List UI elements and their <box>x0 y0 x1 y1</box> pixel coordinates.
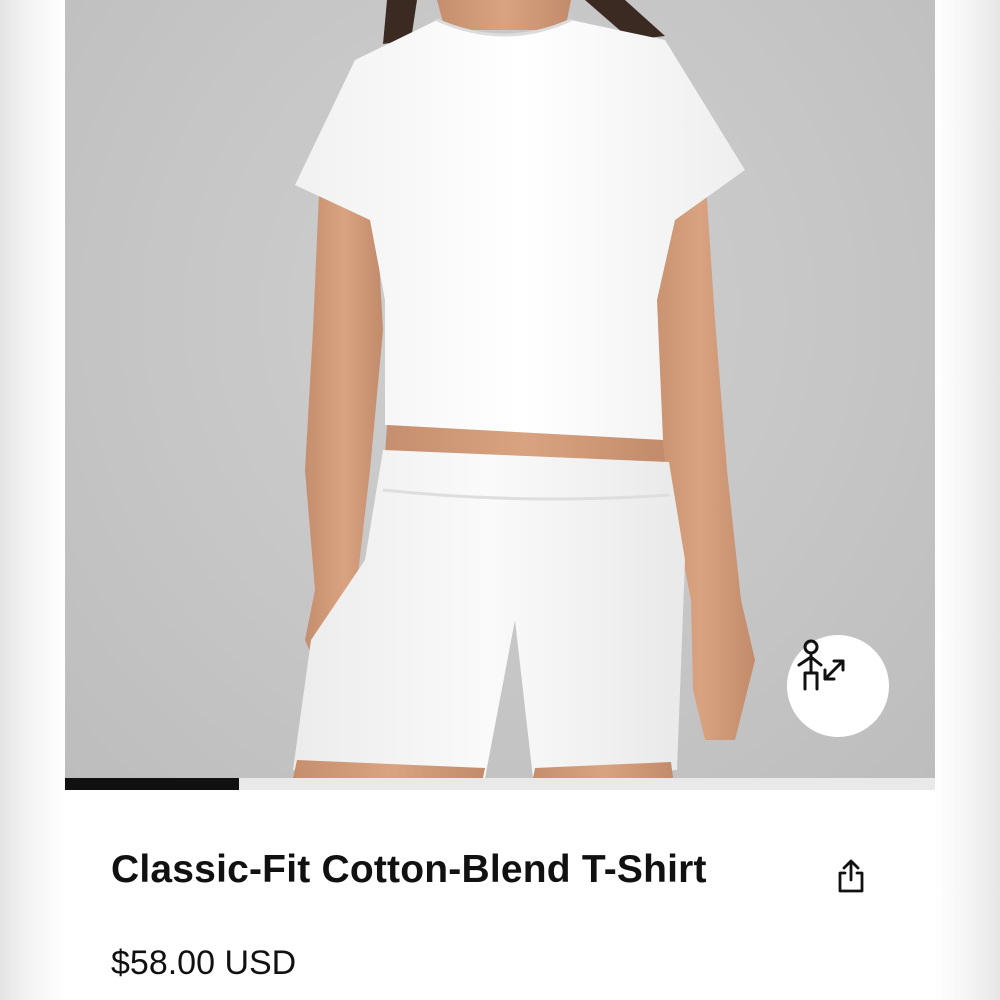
product-screen: Classic-Fit Cotton-Blend T-Shirt $58.00 … <box>65 0 935 1000</box>
product-price: $58.00 USD <box>111 944 297 982</box>
share-button[interactable] <box>833 856 869 896</box>
size-fit-button[interactable] <box>787 635 889 737</box>
page: Classic-Fit Cotton-Blend T-Shirt $58.00 … <box>0 0 1000 1000</box>
product-title: Classic-Fit Cotton-Blend T-Shirt <box>111 848 707 891</box>
body-fit-icon <box>797 639 845 691</box>
product-image-carousel[interactable] <box>65 0 935 778</box>
share-icon <box>838 859 864 893</box>
carousel-progress-fill <box>65 778 239 790</box>
carousel-progress-track <box>65 778 935 790</box>
